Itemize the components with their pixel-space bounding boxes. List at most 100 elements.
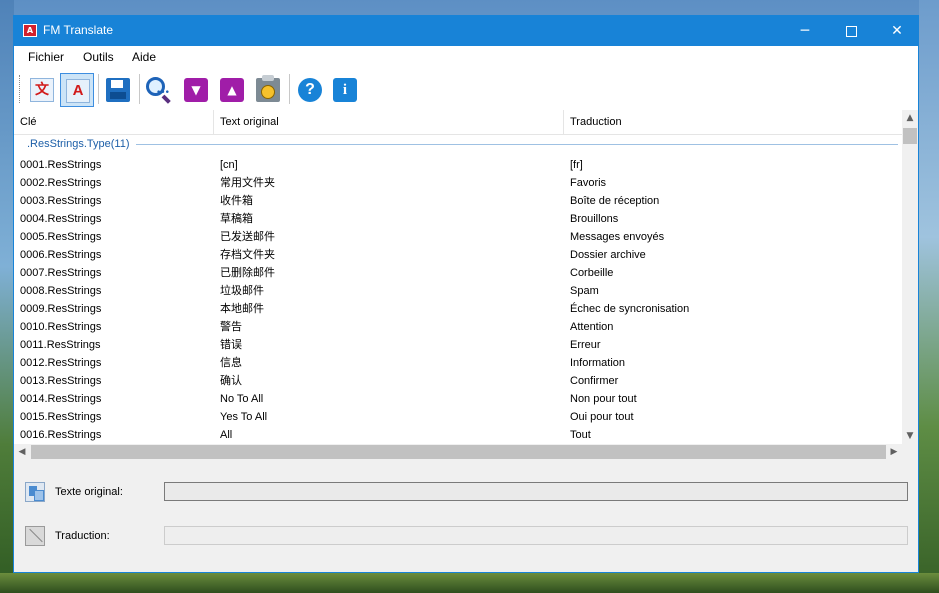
table-row[interactable]: 0011.ResStrings 错误 Erreur: [14, 336, 902, 354]
row-original-text: 本地邮件: [220, 303, 264, 315]
row-translation: Oui pour tout: [570, 411, 634, 423]
row-key: 0016.ResStrings: [20, 429, 102, 441]
row-original-text: 确认: [220, 375, 242, 387]
row-key: 0015.ResStrings: [20, 411, 102, 423]
row-translation: Confirmer: [570, 375, 619, 387]
toolbar-grip[interactable]: [19, 75, 22, 103]
scroll-right-icon[interactable]: ▶: [886, 444, 902, 460]
original-text-icon: [25, 482, 45, 502]
group-divider: [136, 144, 898, 145]
table-row[interactable]: 0005.ResStrings 已发送邮件 Messages envoyés: [14, 228, 902, 246]
table-row[interactable]: 0003.ResStrings 收件箱 Boîte de réception: [14, 192, 902, 210]
row-translation: Spam: [570, 285, 599, 297]
row-original-text: 存档文件夹: [220, 249, 275, 261]
horizontal-scrollbar[interactable]: ◀ ▶: [14, 444, 902, 460]
row-translation: Attention: [570, 321, 614, 333]
scroll-left-icon[interactable]: ◀: [14, 444, 30, 460]
row-key: 0010.ResStrings: [20, 321, 102, 333]
row-translation: Échec de syncronisation: [570, 303, 690, 315]
text-a-button[interactable]: A: [60, 73, 94, 107]
text-a-icon: A: [66, 79, 90, 103]
row-original-text: 警告: [220, 321, 242, 333]
row-translation: Information: [570, 357, 626, 369]
table-row[interactable]: 0012.ResStrings 信息 Information: [14, 354, 902, 372]
row-translation: Dossier archive: [570, 249, 646, 261]
maximize-button[interactable]: [828, 16, 874, 46]
window-title: FM Translate: [43, 23, 114, 37]
strings-list[interactable]: Clé Text original Traduction .ResStrings…: [14, 110, 918, 461]
vertical-scrollbar[interactable]: ▲ ▼: [902, 110, 918, 444]
row-original-text: 常用文件夹: [220, 177, 275, 189]
translation-field[interactable]: [164, 526, 908, 545]
toolbar: 文 A ••• ▼ ▲ ? i: [14, 68, 918, 111]
row-key: 0013.ResStrings: [20, 375, 102, 387]
menu-aide[interactable]: Aide: [132, 50, 156, 64]
clipboard-clock-icon: [256, 75, 280, 102]
group-header[interactable]: .ResStrings.Type(11): [27, 138, 130, 152]
help-button[interactable]: ?: [293, 73, 327, 107]
table-row[interactable]: 0016.ResStrings All Tout: [14, 426, 902, 444]
table-row[interactable]: 0004.ResStrings 草稿箱 Brouillons: [14, 210, 902, 228]
toolbar-separator: [98, 74, 99, 104]
app-logo-icon: A: [23, 24, 37, 37]
column-header-original[interactable]: Text original: [214, 110, 564, 134]
row-translation: Tout: [570, 429, 591, 441]
row-original-text: [cn]: [220, 159, 238, 171]
row-key: 0011.ResStrings: [20, 339, 101, 351]
info-icon: i: [333, 78, 357, 102]
history-button[interactable]: [251, 73, 285, 107]
row-original-text: 收件箱: [220, 195, 253, 207]
table-row[interactable]: 0014.ResStrings No To All Non pour tout: [14, 390, 902, 408]
row-translation: Brouillons: [570, 213, 619, 225]
title-bar[interactable]: A FM Translate ─ ✕: [14, 16, 918, 46]
table-row[interactable]: 0008.ResStrings 垃圾邮件 Spam: [14, 282, 902, 300]
search-button[interactable]: •••: [142, 73, 176, 107]
table-row[interactable]: 0001.ResStrings [cn] [fr]: [14, 156, 902, 174]
minimize-button[interactable]: ─: [782, 16, 828, 46]
row-key: 0002.ResStrings: [20, 177, 102, 189]
menu-outils[interactable]: Outils: [83, 50, 114, 64]
scrollbar-corner: [902, 444, 918, 460]
row-key: 0001.ResStrings: [20, 159, 102, 171]
toolbar-separator: [139, 74, 140, 104]
table-row[interactable]: 0010.ResStrings 警告 Attention: [14, 318, 902, 336]
table-row[interactable]: 0013.ResStrings 确认 Confirmer: [14, 372, 902, 390]
row-original-text: 垃圾邮件: [220, 285, 264, 297]
menu-bar: Fichier Outils Aide: [14, 46, 918, 68]
row-key: 0009.ResStrings: [20, 303, 102, 315]
table-row[interactable]: 0009.ResStrings 本地邮件 Échec de syncronisati…: [14, 300, 902, 318]
column-header-key[interactable]: Clé: [14, 110, 214, 134]
row-original-text: 信息: [220, 357, 242, 369]
row-translation: Favoris: [570, 177, 607, 189]
table-row[interactable]: 0007.ResStrings 已删除邮件 Corbeille: [14, 264, 902, 282]
column-header-translation[interactable]: Traduction: [564, 110, 902, 134]
save-icon: [106, 78, 130, 102]
translation-label: Traduction:: [55, 530, 110, 542]
vertical-scroll-thumb[interactable]: [903, 128, 917, 144]
detail-panel: Texte original: Traduction:: [14, 460, 918, 572]
chevron-up-icon: ▲: [220, 78, 244, 102]
row-key: 0004.ResStrings: [20, 213, 102, 225]
table-row[interactable]: 0002.ResStrings 常用文件夹 Favoris: [14, 174, 902, 192]
row-original-text: No To All: [220, 393, 264, 405]
help-icon: ?: [298, 78, 322, 102]
info-button[interactable]: i: [328, 73, 362, 107]
menu-fichier[interactable]: Fichier: [28, 50, 64, 64]
desktop-background-left: [0, 0, 14, 593]
save-button[interactable]: [101, 73, 135, 107]
scroll-up-icon[interactable]: ▲: [902, 110, 918, 126]
table-row[interactable]: 0006.ResStrings 存档文件夹 Dossier archive: [14, 246, 902, 264]
row-translation: Non pour tout: [570, 393, 637, 405]
next-button[interactable]: ▼: [179, 73, 213, 107]
scroll-down-icon[interactable]: ▼: [902, 428, 918, 444]
horizontal-scroll-thumb[interactable]: [31, 445, 886, 459]
close-button[interactable]: ✕: [874, 16, 920, 46]
table-row[interactable]: 0015.ResStrings Yes To All Oui pour tout: [14, 408, 902, 426]
row-key: 0007.ResStrings: [20, 267, 102, 279]
translate-doc-button[interactable]: 文: [25, 73, 59, 107]
original-text-field[interactable]: [164, 482, 908, 501]
search-icon: •••: [146, 77, 170, 98]
desktop-background-right: [919, 0, 939, 593]
previous-button[interactable]: ▲: [215, 73, 249, 107]
search-icon-handle: [161, 94, 171, 104]
